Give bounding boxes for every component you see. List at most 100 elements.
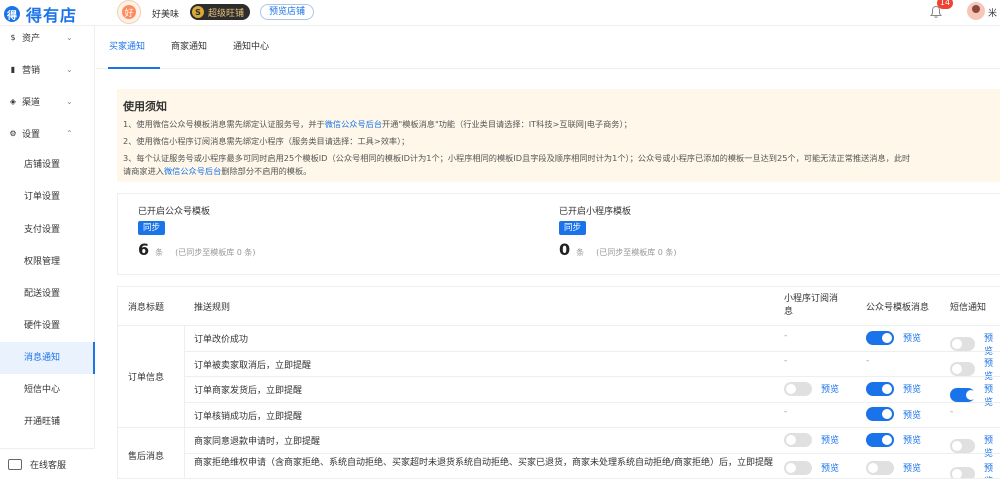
toggle-knob [952,364,962,375]
tab-notification-center[interactable]: 通知中心 [233,26,269,69]
chevron-down-icon: ⌄ [66,96,73,106]
stat-unit: 条 [155,248,164,257]
empty-dash: - [784,356,788,367]
toggle-knob [966,389,976,400]
sms-cell: 预览 [950,382,1000,408]
sidebar-item-permissions[interactable]: 权限管理 [0,246,95,278]
header-divider [118,325,1000,326]
preview-link[interactable]: 预览 [903,461,921,474]
push-rule: 订单商家发货后，立即提醒 [194,386,303,396]
mini-program-cell: 预览 [784,432,839,447]
mini-program-cell: - [784,407,787,417]
chat-icon [8,458,22,470]
mini-program-toggle[interactable] [784,381,812,396]
sync-mini-program-button[interactable]: 同步 [559,221,587,235]
preview-link[interactable]: 预览 [984,382,1000,408]
preview-link[interactable]: 预览 [984,461,1000,479]
sidebar-group-channels[interactable]: ◈ 渠道 ⌄ [0,90,95,112]
sidebar-item-notifications[interactable]: 消息通知 [0,342,95,374]
notice-line-2: 2、使用微信小程序订阅消息需先绑定小程序（服务类目请选择：工具>效率）； [123,136,410,146]
sidebar-group-label: 营销 [22,65,41,76]
official-account-cell: - [866,356,869,366]
official-account-toggle[interactable] [866,330,894,345]
toggle-knob [786,383,796,394]
official-account-cell: 预览 [866,381,921,396]
sidebar-group-assets[interactable]: $ 资产 ⌄ [0,26,95,48]
column-header-sms: 短信通知 [950,287,987,325]
row-divider [184,350,1000,352]
official-account-cell: 预览 [866,407,921,422]
official-account-toggle[interactable] [866,432,894,447]
sms-toggle[interactable] [950,336,975,351]
sidebar-group-label: 设置 [22,129,41,140]
sidebar-group-settings[interactable]: ⚙ 设置 ⌃ [0,122,95,144]
store-name[interactable]: 好美味 [152,7,179,20]
sidebar-item-order-settings[interactable]: 订单设置 [0,181,95,213]
sms-cell: 预览 [950,433,1000,459]
push-rule: 商家拒绝维权申请（含商家拒绝、系统自动拒绝、买家超时未退货系统自动拒绝、买家已退… [194,457,774,468]
sidebar-group-label: 渠道 [22,97,41,108]
sidebar-group-label: 资产 [22,33,41,44]
notification-count-badge: 14 [937,0,953,9]
store-avatar[interactable]: 好 [117,0,141,24]
preview-link[interactable]: 预览 [903,433,921,446]
sidebar-item-open-store[interactable]: 开通旺铺 [0,406,95,438]
sms-toggle[interactable] [950,438,975,453]
toggle-knob [882,409,892,420]
empty-dash: - [784,407,788,418]
chevron-down-icon: ⌄ [66,64,73,74]
vip-badge[interactable]: S 超级旺铺 [190,4,251,20]
preview-store-button[interactable]: 预览店铺 [260,4,315,20]
store-avatar-icon: 好 [122,5,136,19]
mini-program-template-stat: 已开启小程序模板 同步 0 条 (已同步至模板库 0 条) [559,204,677,259]
column-header-official-account: 公众号模板消息 [866,287,930,325]
notice-line-1: 1、使用微信公众号模板消息需先绑定认证服务号，并于微信公众号后台开通"模板消息"… [123,118,632,130]
toggle-knob [882,434,892,445]
sidebar-group-marketing[interactable]: ▮ 营销 ⌄ [0,58,95,80]
sidebar-item-delivery-settings[interactable]: 配送设置 [0,278,95,310]
row-divider [184,401,1000,403]
sidebar-item-hardware-settings[interactable]: 硬件设置 [0,310,95,342]
preview-link[interactable]: 预览 [821,433,839,446]
preview-link[interactable]: 预览 [821,461,839,474]
brand-logo[interactable]: 得 得有店 [4,2,77,26]
preview-link[interactable]: 预览 [903,382,921,395]
wechat-official-backend-link[interactable]: 微信公众号后台 [164,166,221,176]
sync-official-button[interactable]: 同步 [138,221,166,235]
preview-link[interactable]: 预览 [903,408,921,421]
push-rule: 订单核销成功后，立即提醒 [194,411,303,422]
preview-link[interactable]: 预览 [984,433,1000,459]
mini-program-toggle[interactable] [784,460,812,475]
sidebar-item-store-settings[interactable]: 店铺设置 [0,149,95,181]
sidebar-item-sms-center[interactable]: 短信中心 [0,374,95,406]
official-account-toggle[interactable] [866,407,894,422]
preview-link[interactable]: 预览 [984,356,1000,382]
sms-toggle[interactable] [950,362,975,377]
preview-link[interactable]: 预览 [903,331,921,344]
toggle-knob [952,440,962,451]
sidebar-item-payment-settings[interactable]: 支付设置 [0,214,95,246]
preview-link[interactable]: 预览 [821,382,839,395]
stat-count: 6 [138,240,150,259]
notice-line-4: 请商家进入微信公众号后台删除部分不启用的模板。 [123,165,311,177]
official-account-cell: 预览 [866,432,921,447]
notice-text: 1、使用微信公众号模板消息需先绑定认证服务号，并于 [123,119,325,129]
tab-buyer-notifications[interactable]: 买家通知 [109,26,145,69]
preview-link[interactable]: 预览 [984,331,1000,357]
user-name[interactable]: 米 [988,6,997,19]
official-account-toggle[interactable] [866,460,894,475]
row-divider [184,452,1000,454]
logo-icon: 得 [4,6,20,22]
template-stats: 已开启公众号模板 同步 6 条 (已同步至模板库 0 条) 已开启小程序模板 同… [117,193,1000,275]
official-account-toggle[interactable] [866,381,894,396]
tab-merchant-notifications[interactable]: 商家通知 [171,26,207,69]
sms-cell: - [950,407,953,417]
sms-toggle[interactable] [950,387,976,402]
notice-text: 开通"模板消息"功能（行业类目请选择：IT科技>互联网|电子商务）； [382,119,632,129]
wechat-official-backend-link[interactable]: 微信公众号后台 [325,119,382,129]
user-avatar[interactable] [967,2,985,20]
sms-toggle[interactable] [950,466,975,478]
online-service-button[interactable]: 在线客服 [0,448,95,479]
mini-program-toggle[interactable] [784,432,812,447]
stat-count: 0 [559,240,571,259]
